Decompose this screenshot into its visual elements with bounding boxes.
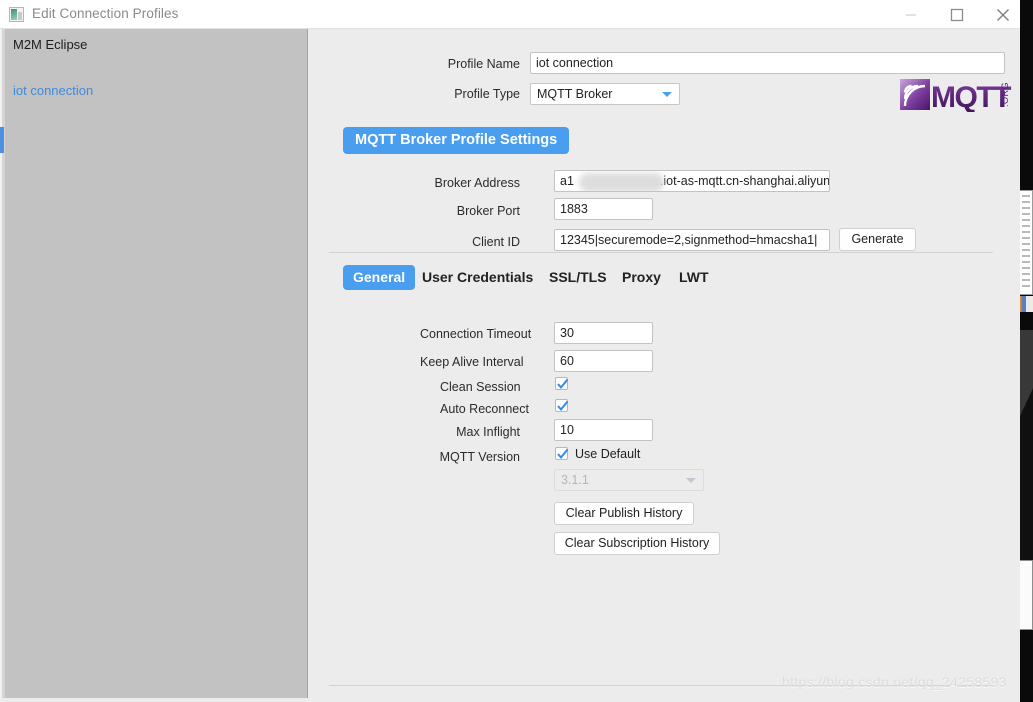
mqtt-org-logo: MQTT .ORG	[900, 77, 1016, 114]
profile-name-label: Profile Name	[447, 57, 520, 71]
check-icon	[557, 378, 569, 390]
max-inflight-label: Max Inflight	[456, 425, 520, 439]
maximize-button[interactable]	[934, 0, 980, 29]
broker-address-prefix: a1	[560, 174, 574, 188]
chevron-down-icon	[686, 478, 696, 483]
broker-address-input[interactable]: a1 .iot-as-mqtt.cn-shanghai.aliyuncs.c	[554, 170, 830, 192]
background-window-sliver-lower	[1019, 560, 1033, 630]
keep-alive-interval-input[interactable]	[554, 350, 653, 372]
title-bar: Edit Connection Profiles	[0, 0, 1020, 29]
broker-port-label: Broker Port	[456, 204, 520, 218]
max-inflight-input[interactable]	[554, 419, 653, 441]
profile-name-input[interactable]	[530, 52, 1005, 74]
tab-lwt[interactable]: LWT	[679, 265, 709, 290]
clear-subscription-history-button[interactable]: Clear Subscription History	[554, 532, 720, 555]
edit-connection-profiles-dialog: Edit Connection Profiles M2M Eclipse iot…	[0, 0, 1020, 702]
tab-proxy[interactable]: Proxy	[622, 265, 661, 290]
minimize-button[interactable]	[888, 0, 934, 29]
connection-timeout-input[interactable]	[554, 322, 653, 344]
sidebar-selection-accent	[0, 127, 4, 153]
clean-session-label: Clean Session	[440, 380, 521, 394]
background-window-lines	[1022, 195, 1030, 290]
broker-address-label: Broker Address	[434, 176, 520, 190]
sidebar-item-label: M2M Eclipse	[13, 37, 88, 52]
profile-type-label: Profile Type	[454, 87, 520, 101]
use-default-version-checkbox[interactable]	[555, 447, 569, 460]
sidebar-item-label: iot connection	[13, 83, 94, 98]
mqtt-version-value: 3.1.1	[561, 473, 589, 487]
auto-reconnect-checkbox[interactable]	[555, 399, 569, 412]
mqtt-version-label: MQTT Version	[439, 450, 520, 464]
connection-timeout-label: Connection Timeout	[420, 327, 532, 341]
check-icon	[557, 448, 569, 460]
app-image-icon	[9, 7, 24, 22]
broker-port-input[interactable]	[554, 198, 653, 220]
check-icon	[557, 400, 569, 412]
background-window-sliver	[1019, 190, 1033, 295]
chevron-down-icon	[662, 92, 672, 97]
sidebar-item-iot-connection[interactable]: iot connection	[13, 83, 93, 98]
generate-client-id-button[interactable]: Generate	[839, 228, 916, 251]
window-title: Edit Connection Profiles	[32, 6, 179, 21]
auto-reconnect-label: Auto Reconnect	[440, 402, 529, 416]
tab-user-credentials[interactable]: User Credentials	[422, 265, 533, 290]
mqtt-version-select[interactable]: 3.1.1	[554, 469, 704, 491]
use-default-version-label: Use Default	[575, 447, 641, 461]
svg-text:.ORG: .ORG	[1000, 82, 1010, 107]
sidebar-item-m2m-eclipse[interactable]: M2M Eclipse	[13, 37, 87, 52]
tab-general[interactable]: General	[343, 265, 416, 290]
profile-editor-pane: Profile Name Profile Type MQTT Broker	[309, 29, 1020, 698]
broker-settings-heading[interactable]: MQTT Broker Profile Settings	[343, 127, 570, 154]
broker-address-redaction	[579, 173, 664, 191]
profile-list-panel: M2M Eclipse iot connection	[5, 29, 308, 698]
settings-tabbar: General User Credentials SSL/TLS Proxy L…	[309, 265, 1020, 295]
watermark-text: https://blog.csdn.net/qq_24258593	[782, 674, 1007, 690]
close-button[interactable]	[980, 0, 1026, 29]
keep-alive-interval-label: Keep Alive Interval	[420, 355, 524, 369]
tab-ssl-tls[interactable]: SSL/TLS	[549, 265, 607, 290]
broker-address-suffix: .iot-as-mqtt.cn-shanghai.aliyuncs.c	[659, 174, 830, 188]
profile-type-value: MQTT Broker	[537, 87, 613, 101]
client-id-input[interactable]	[554, 229, 830, 251]
clean-session-checkbox[interactable]	[555, 377, 569, 390]
profile-type-select[interactable]: MQTT Broker	[530, 83, 680, 105]
client-id-label: Client ID	[472, 235, 520, 249]
clear-publish-history-button[interactable]: Clear Publish History	[554, 502, 694, 525]
